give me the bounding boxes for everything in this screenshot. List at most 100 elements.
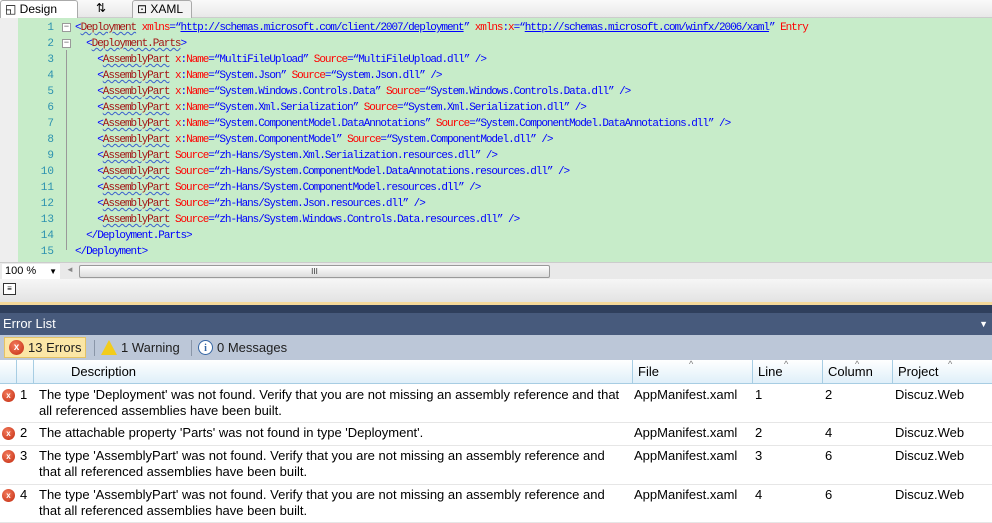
code-token: AssemblyPart	[102, 86, 171, 98]
code-token: =“	[397, 102, 409, 114]
error-column: 6	[825, 487, 833, 502]
code-text: <AssemblyPart Source=“zh-Hans/System.Xml…	[75, 148, 498, 164]
error-row[interactable]: x 4 The type 'AssemblyPart' was not foun…	[0, 485, 992, 523]
code-line[interactable]: 11 <AssemblyPart Source=“zh-Hans/System.…	[0, 180, 992, 196]
error-description: The type 'Deployment' was not found. Ver…	[39, 387, 620, 418]
code-editor[interactable]: 1− <Deployment xmlns=“http://schemas.micr…	[0, 18, 992, 262]
horizontal-scrollbar-thumb[interactable]: III	[79, 265, 550, 278]
line-number: 8	[47, 134, 54, 146]
code-token: x	[169, 102, 182, 114]
code-text: <AssemblyPart x:Name=“System.ComponentMo…	[75, 132, 553, 148]
code-token: ”	[280, 70, 292, 82]
error-icon: x	[9, 340, 24, 355]
error-icon: x	[2, 489, 15, 502]
error-file: AppManifest.xaml	[634, 487, 738, 502]
tab-design[interactable]: ◱ Design	[0, 0, 78, 18]
line-number: 5	[47, 86, 54, 98]
code-token: =“	[380, 134, 392, 146]
code-token: ” />	[608, 86, 631, 98]
code-line[interactable]: 2− <Deployment.Parts>	[0, 36, 992, 52]
line-number: 7	[47, 118, 54, 130]
code-token: Source	[363, 102, 398, 114]
collapse-icon[interactable]: −	[62, 39, 71, 48]
column-header-file[interactable]: File ^	[632, 359, 752, 384]
zoom-select[interactable]: 100 % ▼	[2, 264, 60, 279]
collapse-icon[interactable]: −	[62, 23, 71, 32]
code-token: zh-Hans/System.ComponentModel.DataAnnota…	[219, 166, 548, 178]
document-outline-icon[interactable]: ≡	[3, 283, 16, 295]
error-list-title-bar: Error List ▼	[0, 313, 992, 335]
code-token: ”	[302, 54, 314, 66]
code-token: =“	[208, 166, 220, 178]
error-project: Discuz.Web	[895, 448, 965, 463]
code-token: Deployment	[80, 22, 138, 34]
code-token: Deployment.Parts	[91, 38, 182, 50]
code-token: =“	[169, 22, 181, 34]
errors-filter-button[interactable]: x 13 Errors	[4, 337, 87, 358]
code-token: ” />	[402, 198, 426, 210]
code-line[interactable]: 4 <AssemblyPart x:Name=“System.Json” Sou…	[0, 68, 992, 84]
error-number: 4	[20, 487, 28, 502]
tab-xaml[interactable]: ⊡ XAML	[132, 0, 192, 18]
code-line[interactable]: 14 </Deployment.Parts>	[0, 228, 992, 244]
chevron-down-icon: ▼	[49, 267, 57, 276]
code-token: System.Xml.Serialization.dll	[408, 102, 564, 114]
code-line[interactable]: 6 <AssemblyPart x:Name=“System.Xml.Seria…	[0, 100, 992, 116]
code-line[interactable]: 5 <AssemblyPart x:Name=“System.Windows.C…	[0, 84, 992, 100]
panel-splitter[interactable]	[0, 305, 992, 313]
code-line[interactable]: 8 <AssemblyPart x:Name=“System.Component…	[0, 132, 992, 148]
error-row[interactable]: x 2 The attachable property 'Parts' was …	[0, 423, 992, 446]
design-icon: ◱	[5, 2, 20, 16]
code-token: =“	[347, 54, 359, 66]
code-line[interactable]: 10 <AssemblyPart Source=“zh-Hans/System.…	[0, 164, 992, 180]
code-token: >	[180, 38, 187, 50]
code-line[interactable]: 15 </Deployment>	[0, 244, 992, 260]
code-token: x	[169, 118, 182, 130]
code-token: <	[75, 118, 104, 130]
column-header-column[interactable]: Column ^	[822, 359, 892, 384]
code-token: http://schemas.microsoft.com/client/2007…	[180, 22, 465, 34]
code-text: </Deployment>	[75, 244, 149, 260]
dropdown-icon[interactable]: ▼	[979, 313, 988, 335]
code-token: AssemblyPart	[102, 166, 171, 178]
error-line: 1	[755, 387, 763, 402]
error-project: Discuz.Web	[895, 425, 965, 440]
scroll-left-icon[interactable]: ◄	[66, 265, 74, 274]
code-line[interactable]: 3 <AssemblyPart x:Name=“MultiFileUpload”…	[0, 52, 992, 68]
code-token: ”	[768, 22, 781, 34]
code-token: AssemblyPart	[102, 134, 171, 146]
swap-panes-button[interactable]: ⇅	[92, 0, 116, 18]
code-token: >	[141, 246, 149, 258]
code-token: Source	[385, 86, 420, 98]
code-token: Deployment.Parts	[97, 230, 187, 242]
code-token: MultiFileUpload.dll	[358, 54, 465, 66]
code-line[interactable]: 12 <AssemblyPart Source=“zh-Hans/System.…	[0, 196, 992, 212]
line-number: 1	[47, 22, 54, 34]
error-row[interactable]: x 1 The type 'Deployment' was not found.…	[0, 385, 992, 423]
code-token: =“	[469, 118, 481, 130]
code-text: <Deployment xmlns=“http://schemas.micros…	[75, 20, 809, 36]
line-number: 6	[47, 102, 54, 114]
code-line[interactable]: 1− <Deployment xmlns=“http://schemas.micr…	[0, 20, 992, 36]
code-line[interactable]: 7 <AssemblyPart x:Name=“System.Component…	[0, 116, 992, 132]
code-line[interactable]: 13 <AssemblyPart Source=“zh-Hans/System.…	[0, 212, 992, 228]
code-token: zh-Hans/System.Json.resources.dll	[219, 198, 403, 210]
column-header-number[interactable]	[16, 360, 33, 384]
column-header-project[interactable]: Project ^	[892, 359, 992, 384]
code-line[interactable]: 9 <AssemblyPart Source=“zh-Hans/System.X…	[0, 148, 992, 164]
error-description: The attachable property 'Parts' was not …	[39, 425, 424, 440]
code-token: <	[75, 70, 104, 82]
column-header-line[interactable]: Line ^	[752, 359, 822, 384]
warnings-filter-button[interactable]: 1 Warning	[97, 337, 184, 358]
code-token: Source	[169, 150, 209, 162]
error-row[interactable]: x 3 The type 'AssemblyPart' was not foun…	[0, 446, 992, 485]
sort-icon: ^	[855, 359, 860, 369]
error-list-toolbar: x 13 Errors 1 Warning i0 Messages	[0, 335, 992, 360]
code-token: Deployment	[86, 246, 143, 258]
code-token: zh-Hans/System.Xml.Serialization.resourc…	[219, 150, 475, 162]
error-file: AppManifest.xaml	[634, 387, 738, 402]
code-token: <	[75, 182, 104, 194]
column-header-description[interactable]: Description	[33, 360, 632, 384]
code-token: System.Windows.Controls.Data	[219, 86, 375, 98]
messages-filter-button[interactable]: i0 Messages	[194, 337, 291, 358]
